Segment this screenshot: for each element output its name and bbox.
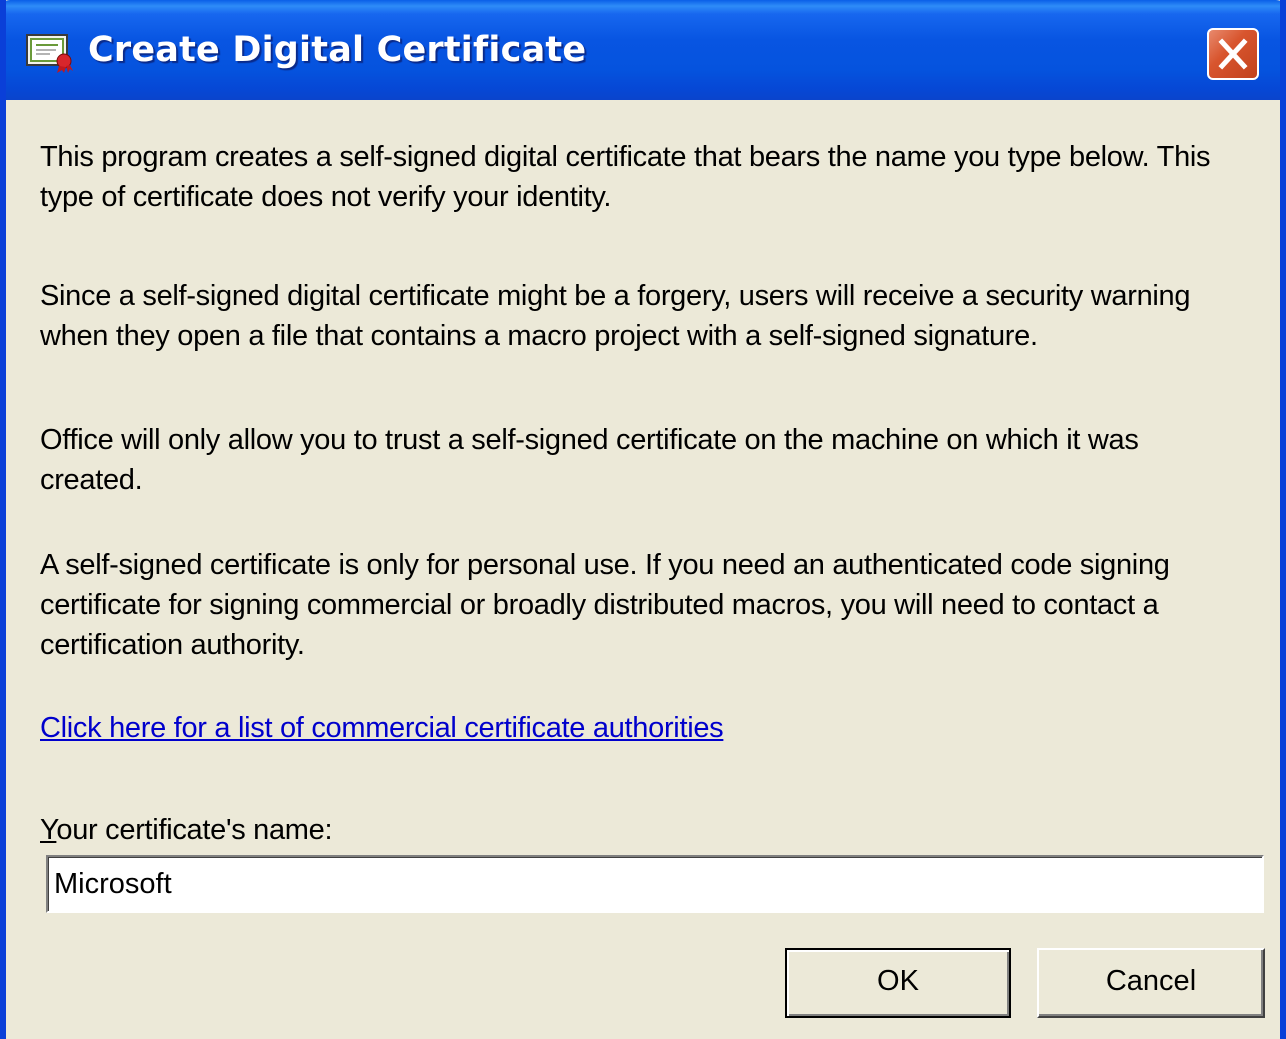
window-title: Create Digital Certificate [88,30,587,70]
certificate-name-input[interactable] [46,855,1264,913]
certificate-name-label: Your certificate's name: [40,810,333,850]
certificate-name-label-text: our certificate's name: [56,814,333,846]
ok-button[interactable]: OK [785,948,1011,1018]
certificate-name-label-mnemonic: Y [40,814,57,846]
forgery-warning-paragraph: Since a self-signed digital certificate … [40,280,1191,352]
dialog-window: Create Digital Certificate This program … [0,0,1286,1039]
certificate-authorities-link[interactable]: Click here for a list of commercial cert… [40,708,724,748]
title-bar[interactable]: Create Digital Certificate [6,0,1280,100]
personal-use-paragraph: A self-signed certificate is only for pe… [40,549,1170,661]
intro-paragraph: This program creates a self-signed digit… [40,141,1211,213]
cancel-button[interactable]: Cancel [1037,948,1265,1018]
trust-paragraph: Office will only allow you to trust a se… [40,424,1139,496]
certificate-icon [26,33,78,73]
close-button[interactable] [1207,28,1259,80]
